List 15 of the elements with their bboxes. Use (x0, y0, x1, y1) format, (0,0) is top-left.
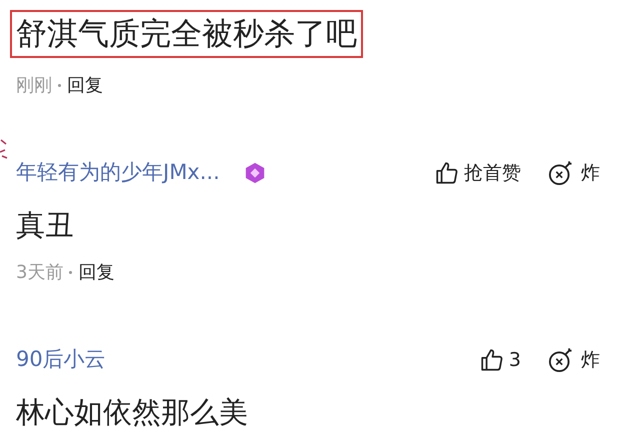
bomb-button[interactable]: 炸 (547, 158, 600, 188)
timestamp: 刚刚 (16, 74, 52, 98)
timestamp: 3天前 (16, 261, 64, 285)
comment-text: 舒淇气质完全被秒杀了吧 (10, 10, 363, 58)
thumbs-up-icon (434, 160, 460, 186)
like-button[interactable]: 抢首赞 (434, 158, 521, 188)
username-link[interactable]: 年轻有为的少年JMx... (16, 157, 220, 189)
reply-link[interactable]: 回复 (78, 259, 114, 286)
comment-text: 真丑 (16, 207, 74, 244)
reply-link[interactable]: 回复 (67, 72, 103, 99)
username-link[interactable]: 90后小云 (16, 344, 106, 376)
bomb-button[interactable]: 炸 (547, 346, 600, 374)
like-button[interactable]: 3 (478, 346, 521, 374)
thumbs-up-icon (478, 347, 505, 373)
comment-text: 林心如依然那么美 (16, 394, 248, 427)
